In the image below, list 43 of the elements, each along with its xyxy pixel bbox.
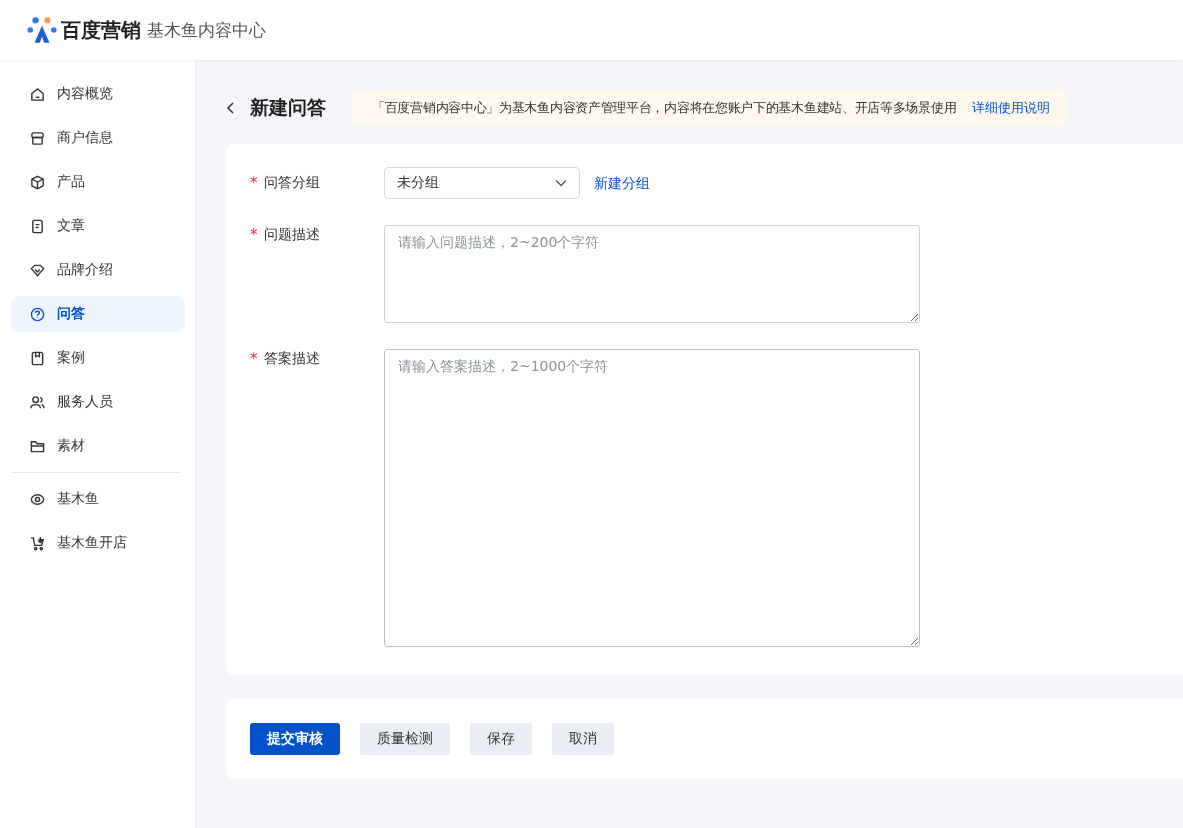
logo-icon [27, 15, 57, 45]
text-area-field[interactable]: 请输入问题描述，2~200个字符 [384, 225, 920, 323]
folder-icon [30, 438, 45, 454]
field-label: 问答分组 [263, 174, 320, 192]
action-button[interactable]: 质量检测 [360, 723, 450, 755]
bookmark-icon [30, 350, 45, 366]
sidebar-item[interactable]: 问答 [11, 296, 185, 332]
notice-text: 「百度营销内容中心」为基木鱼内容资产管理平台，内容将在您账户下的基木鱼建站、开店等多场景使用 [372, 99, 957, 117]
action-button[interactable]: 提交审核 [250, 723, 340, 755]
action-button[interactable]: 取消 [552, 723, 614, 755]
page-title: 新建问答 [250, 95, 326, 120]
product-name: 基木鱼内容中心 [147, 18, 266, 42]
required-mark: * [250, 226, 258, 244]
sidebar-item[interactable]: 商户信息 [11, 120, 185, 156]
diamond-icon [30, 262, 45, 278]
sidebar-item[interactable]: 文章 [11, 208, 185, 244]
field-label: 问题描述 [263, 226, 320, 244]
new-group-link[interactable]: 新建分组 [594, 167, 650, 199]
home-icon [30, 86, 45, 102]
store-icon [30, 130, 45, 146]
sidebar-item[interactable]: 基木鱼开店 [11, 525, 185, 561]
group-select[interactable]: 未分组 [384, 167, 580, 199]
people-icon [30, 394, 45, 410]
question-icon [30, 306, 45, 322]
usage-guide-link[interactable]: 详细使用说明 [972, 99, 1051, 117]
cart-icon [30, 535, 45, 551]
sidebar-item[interactable]: 产品 [11, 164, 185, 200]
sidebar-item[interactable]: 品牌介绍 [11, 252, 185, 288]
required-mark: * [250, 350, 258, 368]
sidebar-item[interactable]: 案例 [11, 340, 185, 376]
sidebar-item[interactable]: 服务人员 [11, 384, 185, 420]
field-label: 答案描述 [263, 350, 320, 368]
document-icon [30, 218, 45, 234]
caret-icon [555, 179, 567, 187]
sidebar-item[interactable]: 内容概览 [11, 76, 185, 112]
text-area-field[interactable]: 请输入答案描述，2~1000个字符 [384, 349, 920, 647]
sidebar-item[interactable]: 素材 [11, 428, 185, 464]
sidebar-item[interactable]: 基木鱼 [11, 481, 185, 517]
brand-name: 百度营销 [61, 16, 141, 44]
box-icon [30, 174, 45, 190]
eye-icon [30, 491, 45, 507]
required-mark: * [250, 174, 258, 192]
action-button[interactable]: 保存 [470, 723, 532, 755]
